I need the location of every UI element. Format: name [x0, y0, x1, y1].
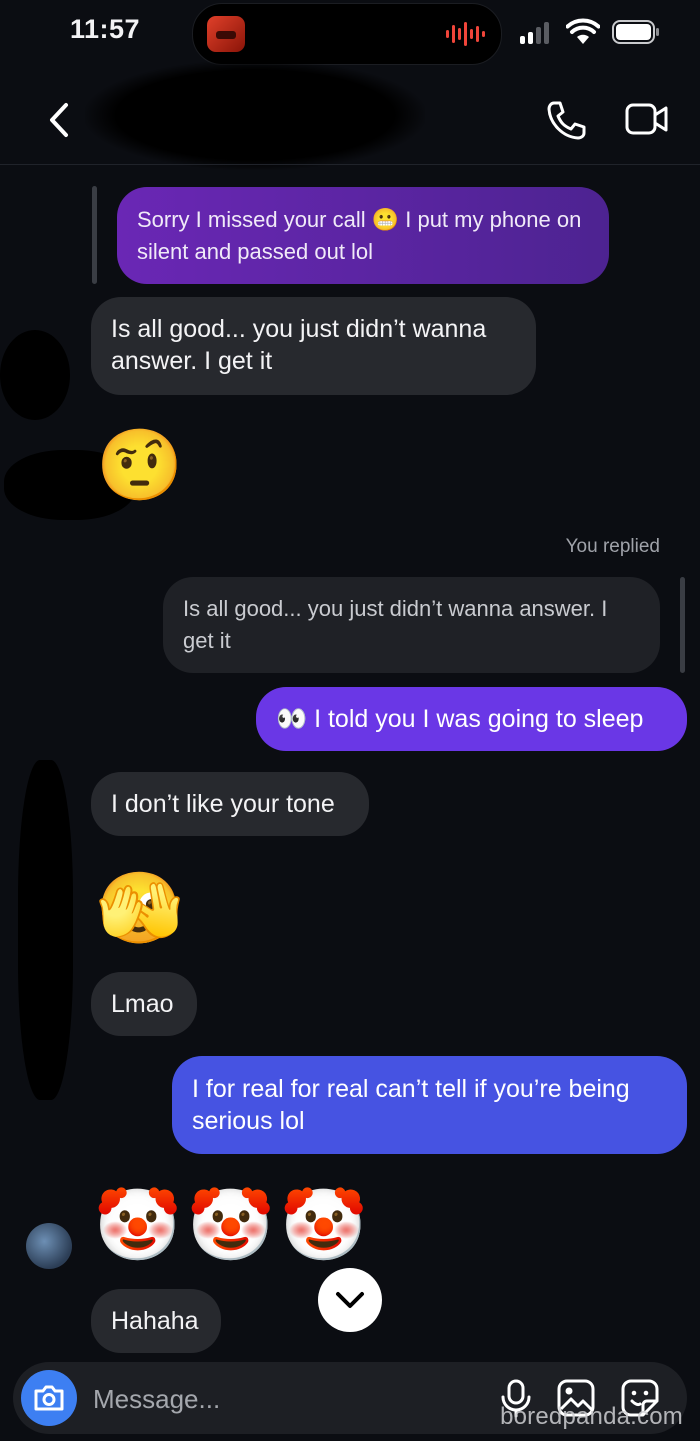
audio-waveform-icon	[446, 21, 485, 47]
wifi-icon	[566, 18, 600, 44]
message-emoji[interactable]: 🤨	[96, 420, 183, 510]
message-input[interactable]	[91, 1380, 475, 1418]
cellular-signal-icon	[520, 20, 549, 44]
message-text: 👀 I told you I was going to sleep	[276, 705, 644, 733]
you-replied-label: You replied	[565, 536, 660, 557]
camera-button[interactable]	[21, 1370, 77, 1426]
phone-icon[interactable]	[545, 99, 587, 141]
camera-icon	[34, 1385, 64, 1411]
message-text: Lmao	[111, 990, 174, 1018]
message-text: Hahaha	[111, 1307, 199, 1335]
message-bubble-incoming[interactable]: Is all good... you just didn’t wanna ans…	[91, 297, 536, 395]
message-text: Is all good... you just didn’t wanna ans…	[111, 315, 487, 375]
message-text: I for real for real can’t tell if you’re…	[192, 1075, 630, 1135]
contact-name-redacted[interactable]	[85, 60, 425, 170]
message-bubble-outgoing[interactable]: Sorry I missed your call 😬 I put my phon…	[117, 187, 609, 284]
header-divider	[0, 164, 700, 165]
quoted-text: Is all good... you just didn’t wanna ans…	[183, 596, 608, 653]
message-bubble-incoming[interactable]: I don’t like your tone	[91, 772, 369, 836]
watermark: boredpanda.com	[500, 1403, 683, 1430]
message-emoji[interactable]: 🫣	[96, 863, 183, 953]
message-bubble-incoming[interactable]: Hahaha	[91, 1289, 221, 1353]
reply-thread-bar	[680, 577, 685, 673]
back-arrow-icon[interactable]	[44, 100, 74, 140]
scroll-to-bottom-button[interactable]	[318, 1268, 382, 1332]
battery-icon	[612, 20, 659, 44]
quoted-message[interactable]: Is all good... you just didn’t wanna ans…	[163, 577, 660, 673]
message-text: Sorry I missed your call 😬 I put my phon…	[137, 207, 582, 264]
message-bubble-outgoing[interactable]: 👀 I told you I was going to sleep	[256, 687, 687, 751]
message-text: I don’t like your tone	[111, 790, 335, 818]
dynamic-island	[192, 3, 502, 65]
message-emoji[interactable]: 🤡🤡🤡	[94, 1180, 373, 1270]
message-bubble-outgoing[interactable]: I for real for real can’t tell if you’re…	[172, 1056, 687, 1154]
status-time: 11:57	[70, 14, 141, 44]
contact-avatar[interactable]	[26, 1223, 72, 1269]
video-camera-icon[interactable]	[624, 100, 670, 138]
message-bubble-incoming[interactable]: Lmao	[91, 972, 197, 1036]
live-activity-app-icon	[207, 16, 245, 52]
chevron-down-icon	[336, 1292, 364, 1308]
reply-thread-bar	[92, 186, 97, 284]
redaction-mark	[18, 760, 73, 1100]
redaction-mark	[0, 330, 70, 420]
